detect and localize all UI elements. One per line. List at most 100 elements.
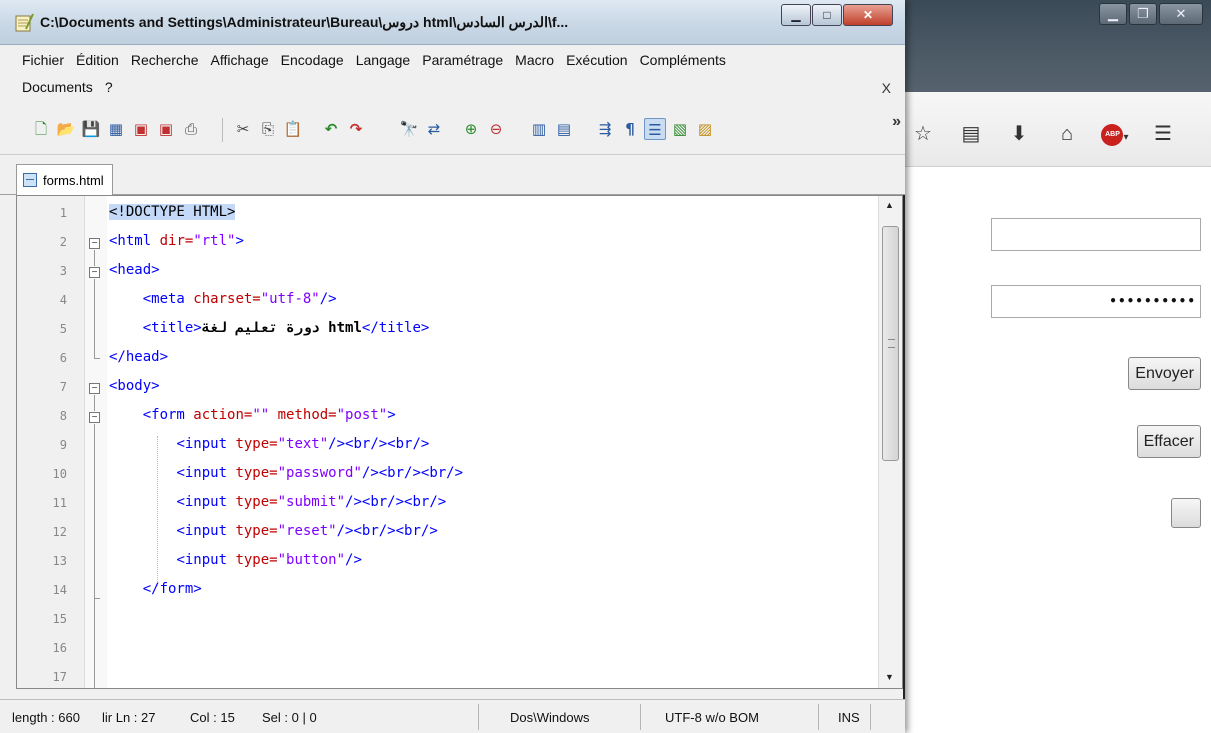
tag-token: > <box>387 407 396 423</box>
maximize-icon[interactable]: □ <box>812 4 842 26</box>
value-token: "post" <box>336 407 388 423</box>
scroll-up-icon[interactable]: ▲ <box>885 200 894 210</box>
fold-toggle-icon[interactable]: − <box>89 383 100 394</box>
status-separator <box>478 704 479 730</box>
line-number: 14 <box>52 583 67 597</box>
fold-toggle-icon[interactable]: − <box>89 412 100 423</box>
download-icon[interactable]: ⬇ <box>1001 122 1037 146</box>
sync-vertical-icon[interactable]: ▥ <box>528 118 550 140</box>
menu-edition[interactable]: Édition <box>76 52 119 68</box>
save-icon[interactable]: 💾 <box>80 118 102 140</box>
code-line-12: <input type="reset"/><br/><br/> <box>109 523 437 539</box>
open-file-icon[interactable]: 📂 <box>55 118 77 140</box>
line-number: 6 <box>59 351 67 365</box>
menu-encodage[interactable]: Encodage <box>281 52 344 68</box>
notepad-plus-plus-window: C:\Documents and Settings\Administrateur… <box>0 0 905 733</box>
function-list-icon[interactable]: ▨ <box>694 118 716 140</box>
menu-help[interactable]: ? <box>105 79 113 95</box>
password-input[interactable]: •••••••••• <box>991 285 1201 318</box>
code-editor[interactable]: 1 2 3 4 5 6 7 8 9 10 11 12 13 14 15 16 1… <box>16 195 903 689</box>
attr-token: type= <box>227 465 278 481</box>
bookmarks-icon[interactable]: ▤ <box>953 122 989 146</box>
show-all-chars-icon[interactable]: ¶ <box>619 118 641 140</box>
notepad-app-icon <box>15 13 34 32</box>
code-line-7: <body> <box>109 378 160 394</box>
attr-token: type= <box>227 523 278 539</box>
undo-icon[interactable]: ↶ <box>320 118 342 140</box>
menu-complements[interactable]: Compléments <box>640 52 726 68</box>
reset-button[interactable]: Effacer <box>1136 425 1201 458</box>
close-all-icon[interactable]: ▣ <box>155 118 177 140</box>
word-wrap-icon[interactable]: ⇶ <box>594 118 616 140</box>
tag-token: /> <box>345 552 362 568</box>
line-number: 2 <box>59 235 67 249</box>
scroll-down-icon[interactable]: ▼ <box>885 672 894 682</box>
tag-token: /><br/><br/> <box>361 465 464 481</box>
tag-token: > <box>235 233 244 249</box>
text-input[interactable] <box>991 218 1201 251</box>
save-all-icon[interactable]: ▦ <box>105 118 127 140</box>
line-number: 11 <box>52 496 67 510</box>
adblock-plus-icon[interactable]: ABP ▾ <box>1097 122 1133 146</box>
doctype-token: <!DOCTYPE HTML> <box>109 204 236 220</box>
empty-button[interactable] <box>1171 498 1201 528</box>
tab-forms-html[interactable]: forms.html <box>16 164 113 195</box>
tag-token: <form <box>142 407 185 423</box>
menu-parametrage[interactable]: Paramétrage <box>422 52 503 68</box>
tag-token: <meta <box>142 291 185 307</box>
browser-minimize-icon[interactable]: ▁ <box>1099 3 1127 25</box>
new-file-icon[interactable]: 🗋 <box>30 118 52 140</box>
browser-toolbar-icons: ☆ ▤ ⬇ ⌂ ABP ▾ ☰ <box>905 122 1193 146</box>
fold-toggle-icon[interactable]: − <box>89 267 100 278</box>
close-file-icon[interactable]: ▣ <box>130 118 152 140</box>
print-icon[interactable]: ⎙ <box>180 118 202 140</box>
tag-token: </head> <box>109 349 169 365</box>
home-icon[interactable]: ⌂ <box>1049 122 1085 146</box>
close-document-icon[interactable]: X <box>882 80 891 96</box>
menu-documents[interactable]: Documents <box>22 79 93 95</box>
fold-toggle-icon[interactable]: − <box>89 238 100 249</box>
menu-icon[interactable]: ☰ <box>1145 122 1181 146</box>
indent-guide-icon[interactable]: ☰ <box>644 118 666 140</box>
vertical-scrollbar[interactable]: ▲ ▼ <box>878 196 902 688</box>
code-line-3: <head> <box>109 262 160 278</box>
browser-close-icon[interactable]: ✕ <box>1159 3 1203 25</box>
paste-icon[interactable]: 📋 <box>282 118 304 140</box>
browser-restore-icon[interactable]: ❐ <box>1129 3 1157 25</box>
scroll-thumb[interactable] <box>882 226 899 461</box>
menu-affichage[interactable]: Affichage <box>211 52 269 68</box>
status-col: Col : 15 <box>190 710 235 725</box>
replace-icon[interactable]: ⇄ <box>423 118 445 140</box>
zoom-out-icon[interactable]: ⊖ <box>485 118 507 140</box>
toolbar-edit-group: ✂ ⎘ 📋 <box>232 118 307 140</box>
star-icon[interactable]: ☆ <box>905 122 941 146</box>
status-mode: INS <box>838 710 860 725</box>
sync-horizontal-icon[interactable]: ▤ <box>553 118 575 140</box>
menu-fichier[interactable]: Fichier <box>22 52 64 68</box>
value-token: "utf-8" <box>260 291 320 307</box>
menu-recherche[interactable]: Recherche <box>131 52 199 68</box>
menu-langage[interactable]: Langage <box>356 52 411 68</box>
close-icon[interactable]: ✕ <box>843 4 893 26</box>
line-number: 13 <box>52 554 67 568</box>
tag-token: <html <box>109 233 152 249</box>
menu-macro[interactable]: Macro <box>515 52 554 68</box>
find-icon[interactable]: 🔭 <box>398 118 420 140</box>
value-token: "rtl" <box>193 233 236 249</box>
tag-token: <body> <box>109 378 160 394</box>
redo-icon[interactable]: ↷ <box>345 118 367 140</box>
submit-button[interactable]: Envoyer <box>1128 357 1201 390</box>
fold-line <box>94 395 95 411</box>
status-separator <box>870 704 871 730</box>
menubar: Fichier Édition Recherche Affichage Enco… <box>0 45 905 105</box>
menu-execution[interactable]: Exécution <box>566 52 627 68</box>
toolbar-overflow-icon[interactable]: » <box>892 113 901 131</box>
minimize-icon[interactable]: ▁ <box>781 4 811 26</box>
status-eol: Dos\Windows <box>510 710 590 725</box>
zoom-in-icon[interactable]: ⊕ <box>460 118 482 140</box>
line-number: 10 <box>52 467 67 481</box>
attr-token: action= <box>184 407 253 423</box>
copy-icon[interactable]: ⎘ <box>257 118 279 140</box>
doc-map-icon[interactable]: ▧ <box>669 118 691 140</box>
cut-icon[interactable]: ✂ <box>232 118 254 140</box>
